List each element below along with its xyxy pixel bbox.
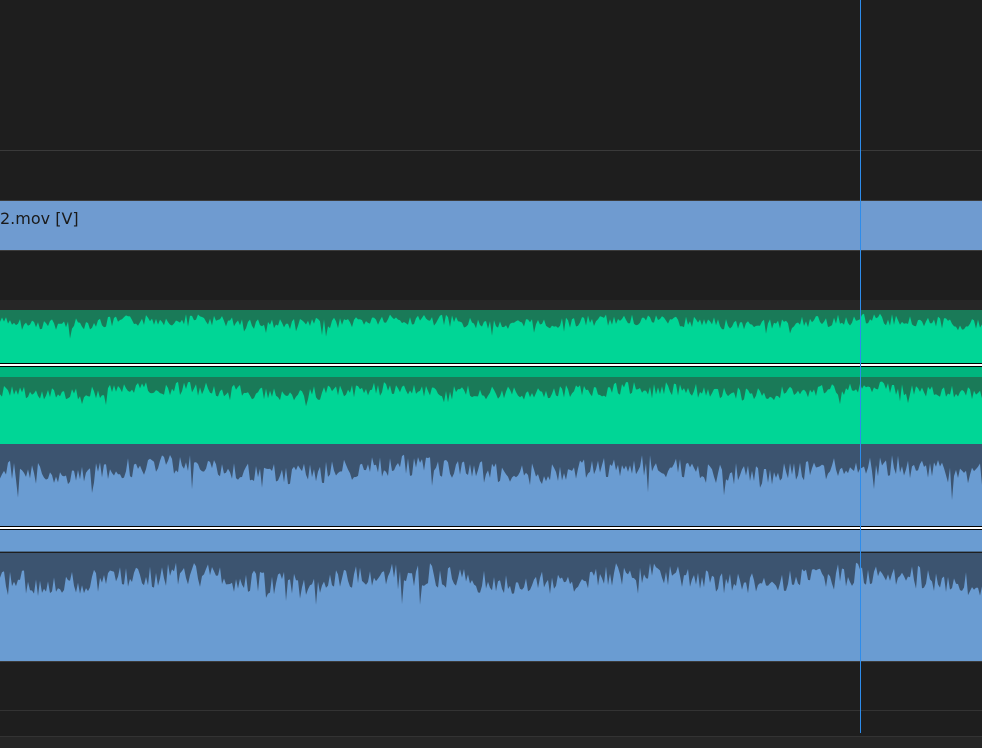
audio-waveform-green-ch2 [0, 377, 982, 407]
audio-clip-blue-channel-2[interactable] [0, 553, 982, 661]
audio-track-empty-lower[interactable] [0, 711, 982, 736]
audio-clip-green-separator [0, 367, 982, 377]
video-track-v2-empty[interactable] [0, 0, 982, 150]
timeline-panel: 2.mov [V] [0, 0, 982, 748]
audio-volume-line-green[interactable] [0, 364, 982, 366]
video-track-v1-gap[interactable] [0, 151, 982, 200]
audio-track-empty[interactable] [0, 662, 982, 710]
track-gap [0, 251, 982, 300]
audio-clip-green-channel-1[interactable] [0, 310, 982, 364]
timeline-bottom-strip [0, 737, 982, 748]
audio-clip-green-channel-2[interactable] [0, 377, 982, 444]
audio-track-header-strip [0, 300, 982, 310]
audio-clip-blue-channel-1[interactable] [0, 444, 982, 527]
video-clip[interactable]: 2.mov [V] [0, 200, 982, 251]
audio-waveform-blue-ch1 [0, 444, 982, 501]
audio-clip-blue-separator [0, 530, 982, 552]
audio-waveform-blue-ch2 [0, 553, 982, 605]
video-clip-name: 2.mov [V] [0, 209, 79, 228]
audio-volume-line-blue[interactable] [0, 527, 982, 529]
playhead-line[interactable] [860, 0, 861, 733]
audio-waveform-green-ch1 [0, 310, 982, 339]
